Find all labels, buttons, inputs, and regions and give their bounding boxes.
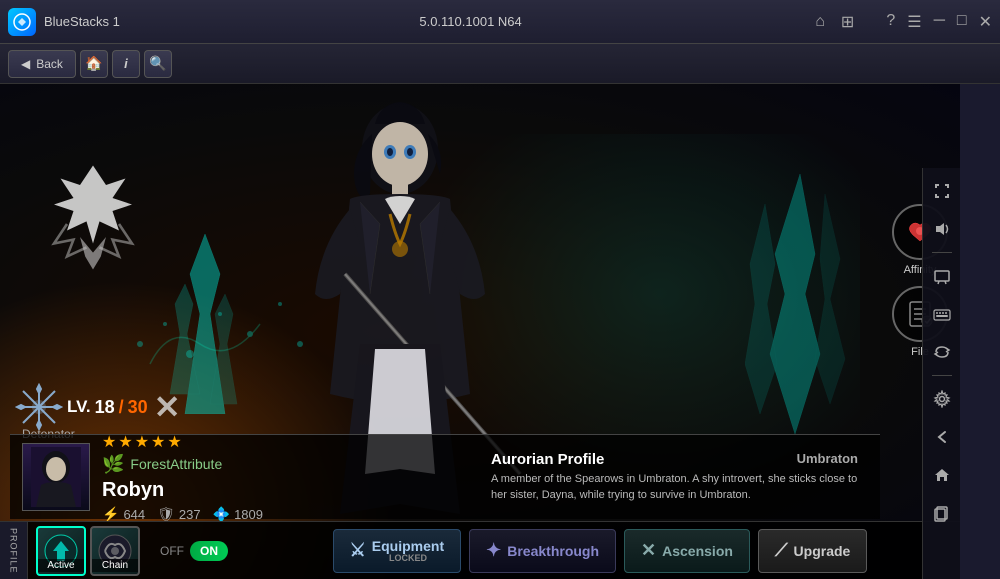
star-3: ★ xyxy=(135,432,149,452)
level-current: 18 xyxy=(95,397,115,418)
chain-skill-button[interactable]: Chain xyxy=(90,526,140,576)
star-4: ★ xyxy=(151,432,165,452)
right-toolbar xyxy=(922,168,960,579)
toggle-off-label: OFF xyxy=(160,544,184,558)
toggle-on-button[interactable]: ON xyxy=(190,541,228,561)
upgrade-button[interactable]: ⟋ Upgrade xyxy=(758,529,867,573)
back-label: Back xyxy=(36,57,63,71)
rotate-button[interactable] xyxy=(927,337,957,367)
char-thumbnail xyxy=(22,443,90,511)
breakthrough-icon: ✦ xyxy=(486,540,501,561)
app-title: BlueStacks 1 xyxy=(44,14,120,29)
toolbar-separator-2 xyxy=(932,375,952,376)
star-5: ★ xyxy=(167,432,181,452)
def-value: 237 xyxy=(179,507,201,522)
settings-button[interactable] xyxy=(927,384,957,414)
tv-button[interactable] xyxy=(927,261,957,291)
recents-toolbar-button[interactable] xyxy=(927,498,957,528)
breakthrough-label: Breakthrough xyxy=(507,543,599,559)
atk-value: 1809 xyxy=(234,507,263,522)
breakthrough-button[interactable]: ✦ Breakthrough xyxy=(469,529,616,573)
zoom-nav-button[interactable]: 🔍 xyxy=(144,50,172,78)
star-2: ★ xyxy=(118,432,132,452)
atk-icon: 💠 xyxy=(213,506,230,523)
active-skill-button[interactable]: Active xyxy=(36,526,86,576)
energy-particles xyxy=(120,244,320,399)
skill-area: Active Chain xyxy=(28,522,148,579)
chain-skill-label: Chain xyxy=(92,559,138,572)
equipment-button[interactable]: ⚔ Equipment LOCKED xyxy=(333,529,461,573)
char-attribute: 🌿 ForestAttribute xyxy=(102,454,469,475)
game-area: LV. 18 / 30 ✕ Detonator Affinity xyxy=(0,84,960,579)
minimize-icon[interactable]: ─ xyxy=(934,12,945,32)
active-skill-label: Active xyxy=(38,559,84,572)
char-main-info: ★ ★ ★ ★ ★ 🌿 ForestAttribute Robyn ⚡ 644 … xyxy=(102,432,469,523)
keyboard-button[interactable] xyxy=(927,299,957,329)
region-name: Umbraton xyxy=(797,451,858,466)
home-icon[interactable]: ⌂ xyxy=(815,13,825,31)
ascension-button[interactable]: ✕ Ascension xyxy=(624,529,750,573)
back-arrow-icon: ◀ xyxy=(21,57,30,71)
info-nav-icon: i xyxy=(124,56,128,71)
toolbar-separator-1 xyxy=(932,252,952,253)
question-icon[interactable]: ? xyxy=(886,12,895,32)
hp-value: 644 xyxy=(123,507,145,522)
window-controls: ? ☰ ─ □ ✕ xyxy=(886,12,992,32)
equipment-icon: ⚔ xyxy=(350,540,366,561)
info-nav-button[interactable]: i xyxy=(112,50,140,78)
close-icon[interactable]: ✕ xyxy=(979,12,992,32)
home-nav-button[interactable]: 🏠 xyxy=(80,50,108,78)
level-lv-text: LV. xyxy=(67,397,91,417)
layers-icon[interactable]: ⊞ xyxy=(841,12,854,32)
profile-tab[interactable]: PROFILE xyxy=(0,522,28,579)
attribute-icon: 🌿 xyxy=(102,454,124,475)
x-mark: ✕ xyxy=(154,388,181,426)
hp-icon: ⚡ xyxy=(102,506,119,523)
star-1: ★ xyxy=(102,432,116,452)
locked-badge: LOCKED xyxy=(372,554,444,563)
action-buttons: ⚔ Equipment LOCKED ✦ Breakthrough ✕ Asce… xyxy=(240,529,960,573)
char-stars: ★ ★ ★ ★ ★ xyxy=(102,432,469,452)
level-separator: / xyxy=(119,397,124,418)
ascension-icon: ✕ xyxy=(641,540,656,561)
profile-title: Aurorian Profile xyxy=(491,451,604,468)
level-badge: LV. 18 / 30 ✕ xyxy=(15,383,181,431)
char-name: Robyn xyxy=(102,479,469,502)
upgrade-icon: ⟋ xyxy=(775,540,788,561)
equipment-label: Equipment xyxy=(372,538,444,554)
volume-button[interactable] xyxy=(927,214,957,244)
stat-hp: ⚡ 644 xyxy=(102,506,145,523)
zoom-nav-icon: 🔍 xyxy=(149,55,166,72)
app-version: 5.0.110.1001 N64 xyxy=(419,14,521,29)
fullscreen-button[interactable] xyxy=(927,176,957,206)
app-logo xyxy=(8,8,36,36)
back-toolbar-button[interactable] xyxy=(927,422,957,452)
crystal-right xyxy=(745,174,855,439)
toggle-area: OFF ON xyxy=(148,541,240,561)
level-max: 30 xyxy=(128,397,148,418)
char-stats: ⚡ 644 🛡 237 💠 1809 xyxy=(102,506,469,523)
attribute-name: ForestAttribute xyxy=(130,456,222,472)
titlebar: BlueStacks 1 5.0.110.1001 N64 ⌂ ⊞ ? ☰ ─ … xyxy=(0,0,1000,44)
action-bar: PROFILE Active xyxy=(0,521,960,579)
back-button[interactable]: ◀ Back xyxy=(8,50,76,78)
stat-atk: 💠 1809 xyxy=(213,506,263,523)
profile-section: Aurorian Profile Umbraton A member of th… xyxy=(481,447,868,508)
def-icon: 🛡 xyxy=(157,506,175,523)
ascension-label: Ascension xyxy=(662,543,733,559)
maximize-icon[interactable]: □ xyxy=(957,12,967,32)
stat-def: 🛡 237 xyxy=(157,506,200,523)
char-thumb-inner xyxy=(23,444,89,510)
profile-tab-label: PROFILE xyxy=(9,528,19,574)
char-info-panel: ★ ★ ★ ★ ★ 🌿 ForestAttribute Robyn ⚡ 644 … xyxy=(10,434,880,519)
home-nav-icon: 🏠 xyxy=(85,55,102,72)
home-toolbar-button[interactable] xyxy=(927,460,957,490)
level-icon xyxy=(15,383,63,431)
menu-icon[interactable]: ☰ xyxy=(907,12,921,32)
navbar: ◀ Back 🏠 i 🔍 xyxy=(0,44,1000,84)
upgrade-label: Upgrade xyxy=(794,543,851,559)
profile-text: A member of the Spearows in Umbraton. A … xyxy=(491,472,858,504)
titlebar-icons: ⌂ ⊞ ? ☰ ─ □ ✕ xyxy=(815,12,992,32)
